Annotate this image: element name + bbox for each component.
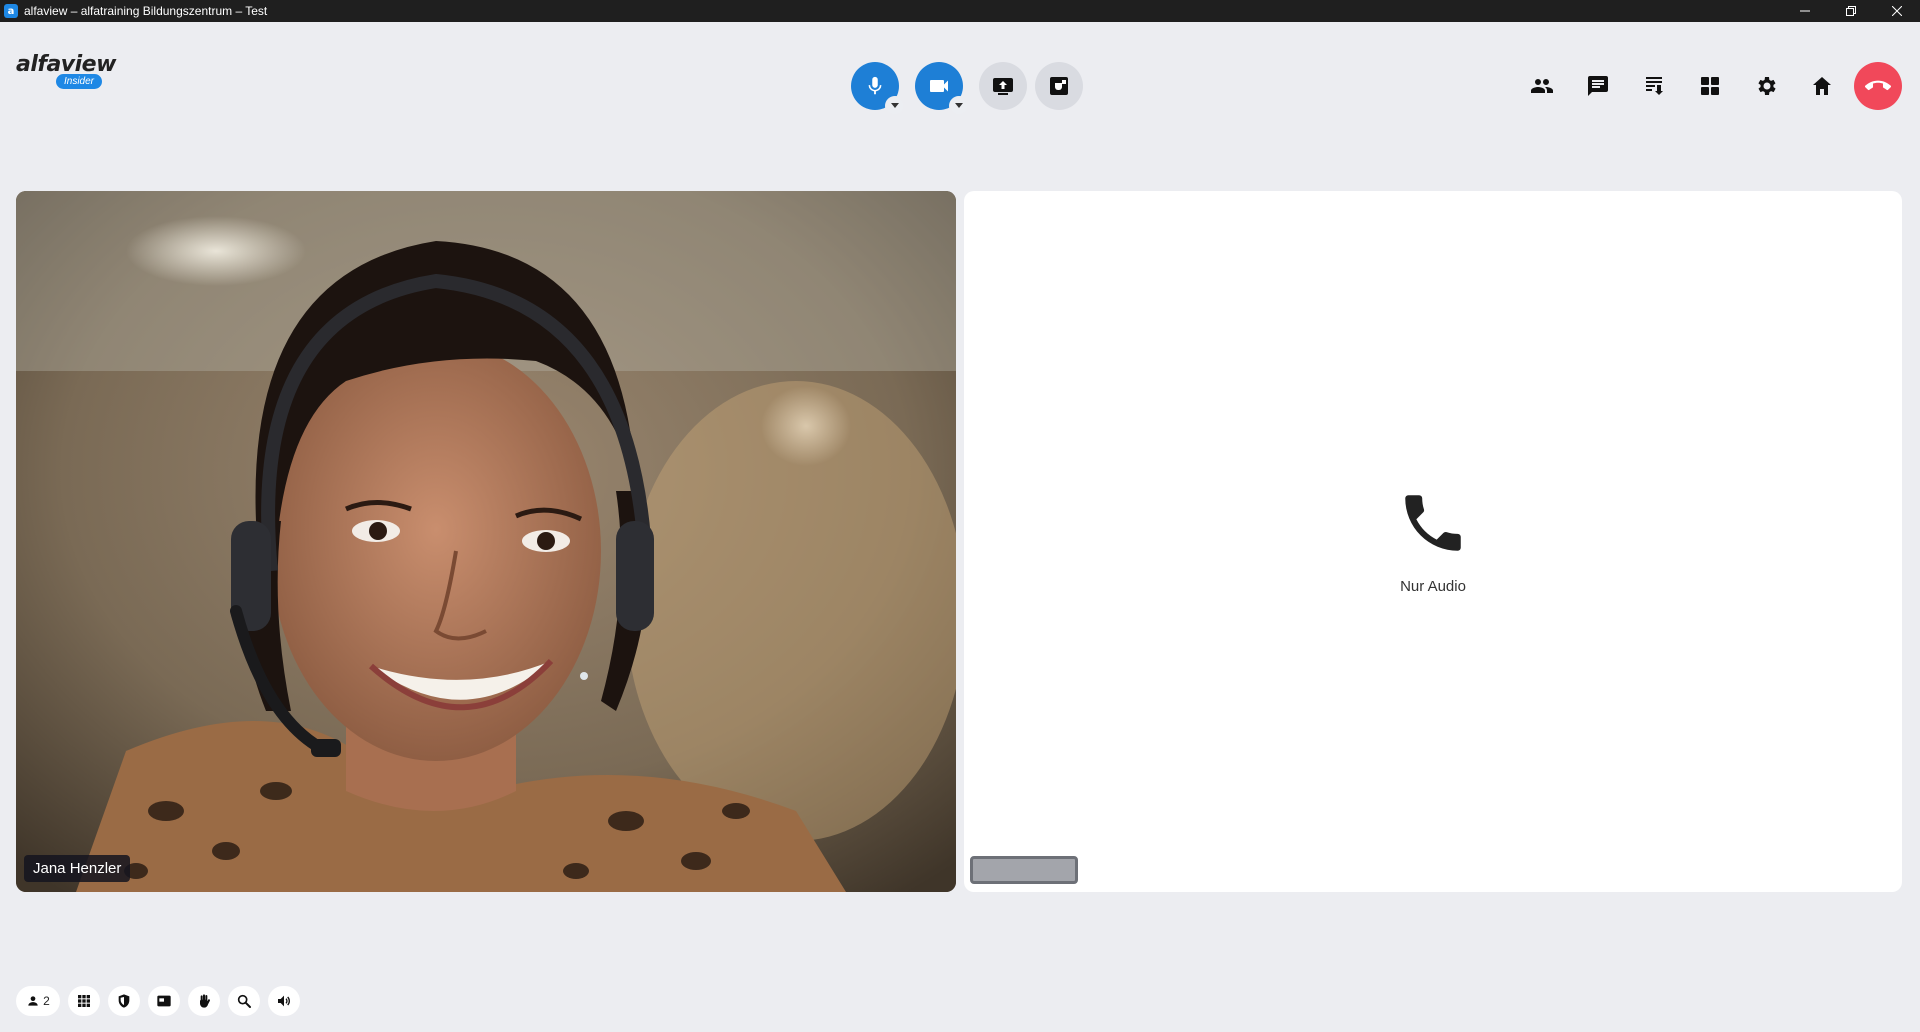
restore-button[interactable] bbox=[1828, 0, 1874, 22]
gear-icon bbox=[1758, 77, 1776, 95]
bottom-toolbar: 2 bbox=[16, 986, 300, 1016]
participant-name-tag: Jana Henzler bbox=[24, 855, 131, 882]
participant-name-tag-empty bbox=[970, 856, 1078, 884]
camera-options-button[interactable] bbox=[949, 96, 969, 116]
settings-button[interactable] bbox=[1742, 62, 1790, 110]
camera-button[interactable] bbox=[915, 62, 969, 116]
participants-button[interactable] bbox=[1518, 62, 1566, 110]
break-button[interactable] bbox=[1035, 62, 1083, 110]
hand-icon bbox=[200, 994, 210, 1008]
grid-icon bbox=[1701, 77, 1719, 95]
app-header: alfaview Insider bbox=[0, 22, 1920, 116]
videocam-icon bbox=[930, 80, 948, 92]
shield-icon bbox=[118, 994, 130, 1008]
minimize-icon bbox=[1800, 10, 1810, 12]
raise-hand-button[interactable] bbox=[188, 986, 220, 1016]
security-button[interactable] bbox=[108, 986, 140, 1016]
leave-call-button[interactable] bbox=[1854, 62, 1902, 110]
chat-button[interactable] bbox=[1574, 62, 1622, 110]
mic-icon bbox=[868, 76, 882, 95]
close-icon bbox=[1892, 6, 1902, 16]
close-window-button[interactable] bbox=[1874, 0, 1920, 22]
media-controls bbox=[851, 62, 1083, 116]
minimize-button[interactable] bbox=[1782, 0, 1828, 22]
search-icon bbox=[237, 994, 251, 1008]
picture-in-picture-button[interactable] bbox=[148, 986, 180, 1016]
chevron-down-icon bbox=[891, 103, 899, 108]
notes-icon bbox=[1646, 77, 1663, 95]
microphone-options-button[interactable] bbox=[885, 96, 905, 116]
screen-share-icon bbox=[993, 78, 1013, 95]
chat-icon bbox=[1588, 76, 1608, 96]
participant-count: 2 bbox=[43, 994, 50, 1008]
notes-button[interactable] bbox=[1630, 62, 1678, 110]
phone-icon bbox=[1405, 495, 1461, 551]
alfaview-logo: alfaview Insider bbox=[16, 52, 116, 89]
picture-in-picture-icon bbox=[157, 995, 171, 1007]
window-title: alfaview – alfatraining Bildungszentrum … bbox=[24, 4, 268, 18]
app-icon: a bbox=[4, 4, 18, 18]
restore-icon bbox=[1846, 6, 1856, 16]
search-button[interactable] bbox=[228, 986, 260, 1016]
window-titlebar: a alfaview – alfatraining Bildungszentru… bbox=[0, 0, 1920, 22]
home-icon bbox=[1813, 77, 1831, 95]
participant-video-image bbox=[16, 191, 956, 892]
speaker-icon bbox=[278, 995, 290, 1007]
audio-only-indicator: Nur Audio bbox=[964, 486, 1902, 595]
screen-share-button[interactable] bbox=[979, 62, 1027, 110]
window-controls bbox=[1782, 0, 1920, 22]
audio-only-label: Nur Audio bbox=[1400, 578, 1466, 595]
coffee-icon bbox=[1050, 77, 1068, 95]
people-icon bbox=[1531, 79, 1553, 93]
layout-grid-button[interactable] bbox=[68, 986, 100, 1016]
rooms-button[interactable] bbox=[1686, 62, 1734, 110]
microphone-button[interactable] bbox=[851, 62, 905, 116]
home-button[interactable] bbox=[1798, 62, 1846, 110]
app-navigation bbox=[1518, 62, 1902, 110]
audio-only-tile[interactable]: Nur Audio bbox=[964, 191, 1902, 892]
chevron-down-icon bbox=[955, 103, 963, 108]
speaker-button[interactable] bbox=[268, 986, 300, 1016]
participants-icon bbox=[28, 996, 38, 1006]
keypad-icon bbox=[78, 995, 90, 1007]
participant-count-button[interactable]: 2 bbox=[16, 986, 60, 1016]
video-tile-participant[interactable]: Jana Henzler bbox=[16, 191, 956, 892]
hangup-icon bbox=[1865, 80, 1891, 91]
insider-badge: Insider bbox=[56, 74, 103, 89]
